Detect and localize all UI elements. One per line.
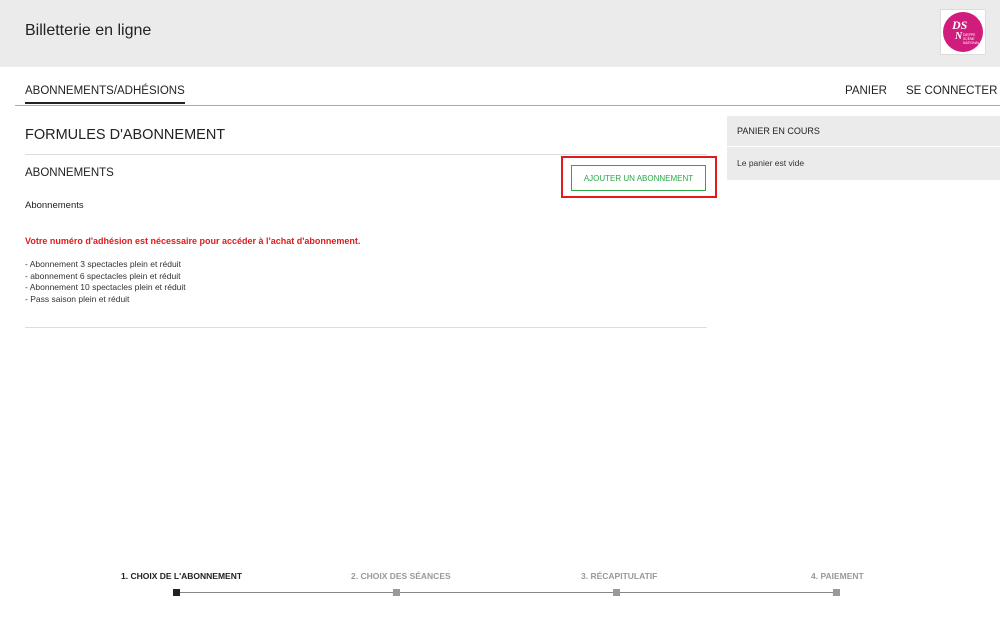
tab-abonnements[interactable]: ABONNEMENTS/ADHÉSIONS <box>25 85 185 104</box>
step-track <box>176 592 836 593</box>
step-1-marker <box>173 589 180 596</box>
basket-link[interactable]: PANIER <box>845 85 887 97</box>
list-item: - abonnement 6 spectacles plein et rédui… <box>25 270 181 281</box>
app-title: Billetterie en ligne <box>25 22 152 39</box>
logo-text-ds: DS <box>951 18 968 32</box>
list-item: - Abonnement 3 spectacles plein et rédui… <box>25 259 181 269</box>
step-3-label: 3. RÉCAPITULATIF <box>581 571 658 581</box>
cart-title: PANIER EN COURS <box>737 126 820 136</box>
add-subscription-button[interactable]: AJOUTER UN ABONNEMENT <box>571 165 706 191</box>
progress-steps: 1. CHOIX DE L'ABONNEMENT 2. CHOIX DES SÉ… <box>0 565 1000 605</box>
membership-notice: Votre numéro d'adhésion est nécessaire p… <box>25 236 361 246</box>
step-2-marker <box>393 589 400 596</box>
step-4-label: 4. PAIEMENT <box>811 571 864 581</box>
dsn-logo-icon: DS N DIEPPE SCÈNE NATIONALE <box>943 12 983 52</box>
divider <box>727 146 1000 147</box>
list-item: - Pass saison plein et réduit <box>25 293 130 304</box>
login-link[interactable]: SE CONNECTER <box>906 85 997 97</box>
step-4-marker <box>833 589 840 596</box>
section-title: ABONNEMENTS <box>25 167 114 179</box>
section-subtitle: Abonnements <box>25 200 84 211</box>
logo-text-n: N <box>954 31 963 42</box>
main-nav: ABONNEMENTS/ADHÉSIONS PANIER SE CONNECTE… <box>15 82 1000 106</box>
step-3-marker <box>613 589 620 596</box>
cart-panel: PANIER EN COURS Le panier est vide <box>727 116 1000 180</box>
list-item: - Abonnement 10 spectacles plein et rédu… <box>25 282 186 293</box>
header-bar: Billetterie en ligne DS N DIEPPE SCÈNE N… <box>0 0 1000 67</box>
divider <box>25 327 707 328</box>
logo-text-nationale: NATIONALE <box>963 41 983 45</box>
page-title: FORMULES D'ABONNEMENT <box>25 127 226 143</box>
step-1-label: 1. CHOIX DE L'ABONNEMENT <box>121 571 243 581</box>
divider <box>25 154 707 155</box>
cart-empty-text: Le panier est vide <box>737 158 805 168</box>
logo[interactable]: DS N DIEPPE SCÈNE NATIONALE <box>940 9 986 55</box>
offers-list: - Abonnement 3 spectacles plein et rédui… <box>25 259 186 305</box>
step-2-label: 2. CHOIX DES SÉANCES <box>351 571 451 581</box>
